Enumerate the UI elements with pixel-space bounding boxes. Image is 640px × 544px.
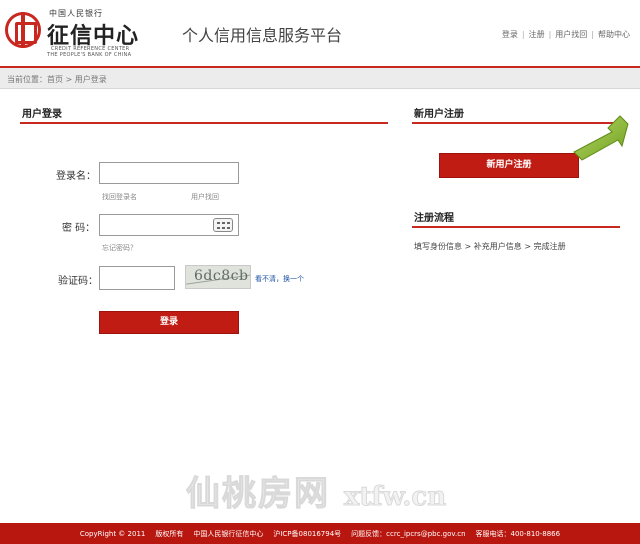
logo[interactable]: 中国人民银行 征信中心 CREDIT REFERENCE CENTER THE … (5, 8, 145, 58)
breadcrumb: 当前位置：首页 > 用户登录 (7, 75, 107, 84)
footer-phone: 客服电话：400-810-8866 (475, 530, 561, 538)
top-nav: 登录 | 注册 | 用户找回 | 帮助中心 (502, 29, 630, 40)
footer-copyright: CopyRight © 2011 (79, 530, 146, 538)
find-username-link[interactable]: 找回登录名 (102, 192, 137, 202)
refresh-captcha-link[interactable]: 看不清，换一个 (255, 274, 304, 284)
password-label: 密 码： (62, 223, 96, 234)
divider: | (548, 30, 552, 39)
process-section-title: 注册流程 (414, 213, 454, 224)
footer: CopyRight © 2011 版权所有 中国人民银行征信中心 沪ICP备08016… (0, 523, 640, 544)
registration-steps: 填写身份信息 > 补充用户信息 > 完成注册 (414, 242, 566, 251)
divider: | (591, 30, 594, 39)
captcha-label: 验证码： (58, 276, 98, 287)
footer-icp[interactable]: 沪ICP备08016794号 (273, 530, 341, 538)
footer-feedback[interactable]: 问题反馈：ccrc_ipcrs@pbc.gov.cn (351, 530, 465, 538)
register-section-title: 新用户注册 (414, 109, 464, 120)
user-recover-link[interactable]: 用户找回 (191, 192, 219, 202)
logo-en-line2: THE PEOPLE'S BANK OF CHINA (47, 52, 132, 58)
login-section-rule (20, 122, 388, 124)
watermark: 仙桃房网 xtfw.cn (186, 466, 447, 515)
forgot-password-link[interactable]: 忘记密码？ (102, 243, 137, 253)
process-section-rule (412, 226, 620, 228)
login-button[interactable]: 登录 (99, 311, 239, 334)
pbc-seal-icon (5, 12, 41, 48)
breadcrumb-bar: 当前位置：首页 > 用户登录 (0, 68, 640, 89)
username-label: 登录名： (56, 171, 96, 182)
top-link-register[interactable]: 注册 (529, 30, 545, 39)
divider: | (521, 30, 525, 39)
footer-text: CopyRight © 2011 版权所有 中国人民银行征信中心 沪ICP备08016… (0, 529, 640, 539)
footer-org: 中国人民银行征信中心 (193, 530, 264, 538)
site-title: 个人信用信息服务平台 (182, 26, 343, 45)
new-user-register-button[interactable]: 新用户注册 (439, 153, 579, 178)
keyboard-icon[interactable] (213, 218, 233, 232)
top-link-login[interactable]: 登录 (502, 30, 518, 39)
pointer-arrow-icon (573, 115, 629, 161)
top-link-recover[interactable]: 用户找回 (555, 30, 587, 39)
captcha-text: 6dc8cb (194, 268, 249, 284)
watermark-cn: 仙桃房网 (186, 474, 330, 515)
username-input[interactable] (99, 162, 239, 184)
captcha-image[interactable]: 6dc8cb (185, 265, 251, 289)
footer-rights: 版权所有 (155, 530, 184, 538)
header: 中国人民银行 征信中心 CREDIT REFERENCE CENTER THE … (0, 0, 640, 65)
watermark-domain: xtfw.cn (343, 482, 447, 513)
top-link-help[interactable]: 帮助中心 (598, 30, 630, 39)
login-section-title: 用户登录 (22, 109, 62, 120)
captcha-input[interactable] (99, 266, 175, 290)
